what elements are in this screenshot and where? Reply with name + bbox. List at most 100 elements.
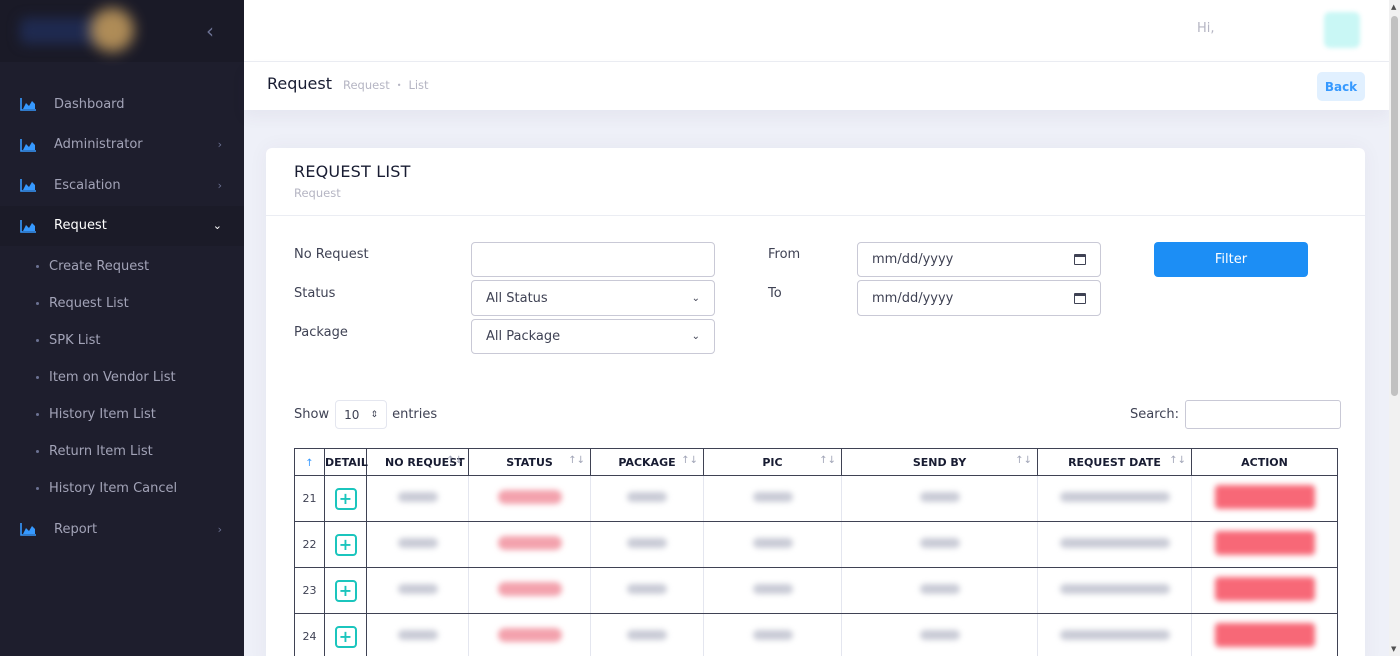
chart-area-icon [20,522,38,537]
card-title: REQUEST LIST [294,162,411,181]
sort-icon: ↑↓ [568,455,585,466]
scroll-down-arrow-icon[interactable]: ▼ [1391,645,1396,653]
topbar: Hi, [244,0,1389,62]
sidebar-item-label: Report [54,521,98,537]
submenu-item-item-on-vendor-list[interactable]: Item on Vendor List [0,359,244,396]
status-badge [497,490,562,504]
package-select-value: All Package [486,329,561,344]
sidebar-item-escalation[interactable]: Escalation › [0,165,244,206]
column-header-request-date[interactable]: REQUEST DATE ↑↓ [1037,448,1192,476]
redacted-text [627,630,667,640]
submenu-item-history-item-cancel[interactable]: History Item Cancel [0,470,244,507]
sort-icon: ↑↓ [681,455,698,466]
scrollbar-thumb[interactable] [1391,16,1398,396]
redacted-text [919,538,960,548]
request-table: ↑ DETAIL NO REQUEST ↑↓ STATUS ↑↓ PACKAGE ↑↓… [294,448,1338,656]
column-header-label: REQUEST DATE [1068,455,1161,469]
from-date-input[interactable]: mm/dd/yyyy [857,242,1101,277]
column-header-no-request[interactable]: NO REQUEST ↑↓ [366,448,469,476]
status-badge [497,628,562,642]
expand-plus-icon[interactable]: + [334,579,357,602]
submenu-item-request-list[interactable]: Request List [0,285,244,322]
redacted-text [397,630,438,640]
breadcrumb-item[interactable]: List [408,78,428,92]
package-cell [590,567,704,614]
table-row: 21 + [294,475,1338,522]
chevron-left-icon[interactable]: ‹ [198,19,222,43]
submenu-item-label: Create Request [49,259,150,274]
no-request-input[interactable] [471,242,715,277]
submenu-item-label: Return Item List [49,444,153,459]
status-select[interactable]: All Status ⌄ [471,280,715,316]
redacted-text [627,492,667,502]
package-cell [590,613,704,656]
column-header-index[interactable]: ↑ [294,448,325,476]
action-cell [1191,521,1338,568]
chart-area-icon [20,138,38,152]
status-badge [497,536,562,550]
chevron-right-icon: › [217,522,222,536]
entries-select[interactable]: 10 ⇕ [335,400,388,429]
column-header-pic[interactable]: PIC ↑↓ [703,448,842,476]
expand-plus-icon[interactable]: + [334,625,357,648]
expand-plus-icon[interactable]: + [334,533,357,556]
filter-button[interactable]: Filter [1154,242,1308,277]
sidebar-item-request[interactable]: Request ⌄ [0,205,244,246]
from-label: From [768,247,801,262]
action-button[interactable] [1214,577,1315,601]
action-button[interactable] [1214,623,1315,647]
show-label: Show [294,407,330,422]
pic-cell [703,567,842,614]
column-header-send-by[interactable]: SEND BY ↑↓ [841,448,1038,476]
submenu-item-label: History Item List [49,407,156,422]
breadcrumb-separator-icon: • [396,80,402,90]
no-request-cell [366,613,469,656]
entries-label: entries [392,407,438,422]
package-select[interactable]: All Package ⌄ [471,319,715,354]
to-date-input[interactable]: mm/dd/yyyy [857,280,1101,316]
chart-area-icon [20,178,38,193]
to-label: To [768,286,782,301]
submenu-item-history-item-list[interactable]: History Item List [0,396,244,433]
action-button[interactable] [1214,485,1315,509]
column-header-package[interactable]: PACKAGE ↑↓ [590,448,704,476]
action-cell [1191,475,1338,522]
table-search: Search: [1130,400,1342,429]
search-input[interactable] [1185,400,1342,429]
sidebar-item-label: Escalation [54,177,121,193]
calendar-icon[interactable] [1074,292,1086,304]
expand-plus-icon[interactable]: + [334,487,357,510]
sidebar-item-administrator[interactable]: Administrator › [0,125,244,166]
sort-icon: ↑↓ [819,455,836,466]
sidebar-item-label: Administrator [54,137,143,153]
sort-icon: ↑↓ [446,455,463,466]
sort-asc-icon: ↑ [305,457,314,469]
scroll-up-arrow-icon[interactable]: ▲ [1391,3,1396,11]
page-title: Request [267,74,332,93]
page-scrollbar[interactable]: ▲ ▼ [1389,0,1400,656]
calendar-icon[interactable] [1074,254,1086,265]
sidebar-item-label: Dashboard [54,96,125,112]
column-header-label: PIC [762,455,783,469]
submenu-item-spk-list[interactable]: SPK List [0,322,244,359]
submenu-item-label: Item on Vendor List [49,370,176,385]
submenu-item-label: SPK List [49,333,101,348]
submenu-item-create-request[interactable]: Create Request [0,248,244,285]
bullet-icon [36,413,39,416]
brand-logo[interactable] [20,6,140,56]
action-button[interactable] [1214,531,1315,555]
submenu-item-label: Request List [49,296,129,311]
from-date-placeholder: mm/dd/yyyy [872,252,954,267]
status-label: Status [294,286,336,301]
user-avatar[interactable] [1324,12,1360,48]
submenu-item-return-item-list[interactable]: Return Item List [0,433,244,470]
column-header-status[interactable]: STATUS ↑↓ [468,448,591,476]
redacted-text [397,584,438,594]
sidebar-item-dashboard[interactable]: Dashboard [0,84,244,125]
redacted-text [752,584,793,594]
breadcrumb-item[interactable]: Request [343,78,390,92]
sidebar-item-report[interactable]: Report › [0,509,244,550]
bullet-icon [36,302,39,305]
redacted-text [919,630,960,640]
back-button[interactable]: Back [1317,72,1365,101]
